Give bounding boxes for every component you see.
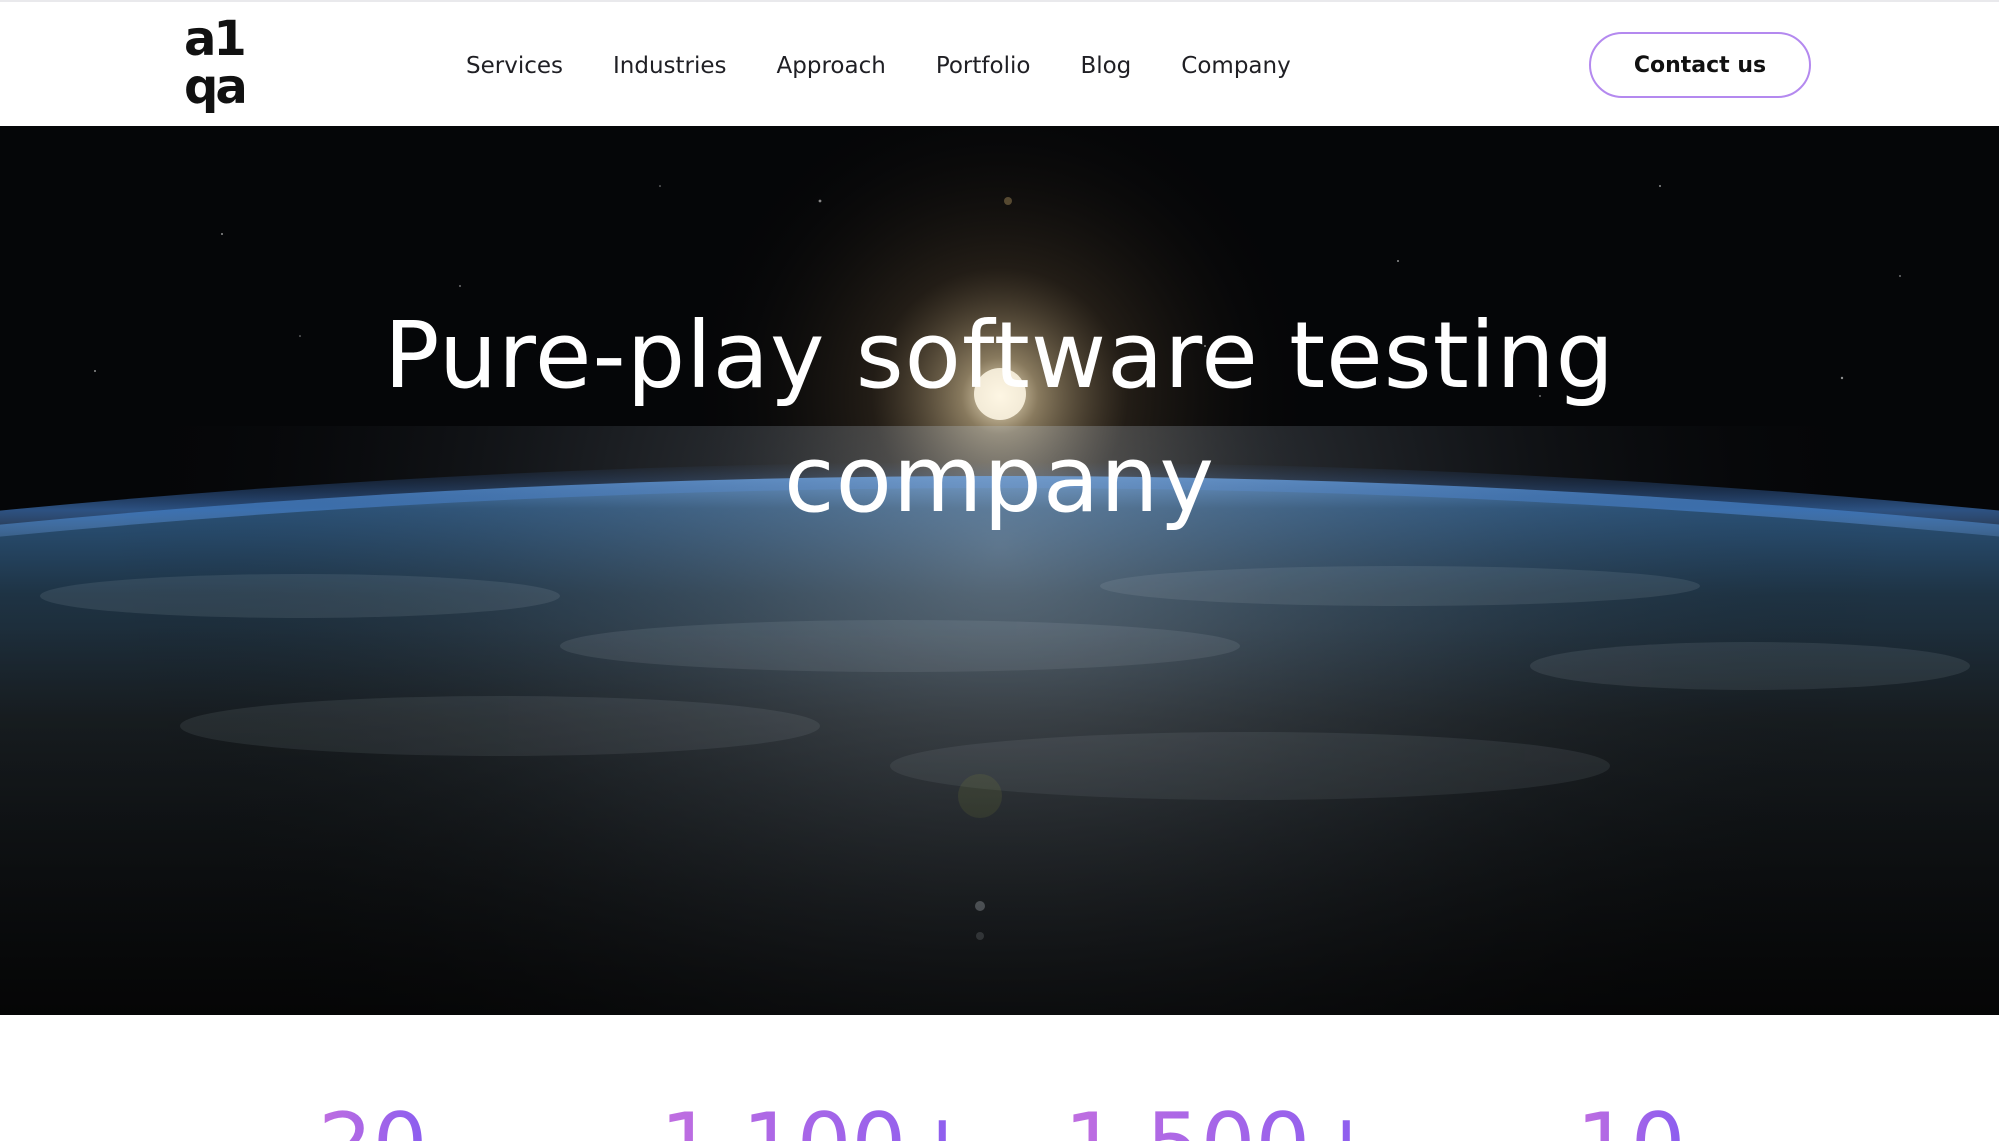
nav-item-company[interactable]: Company [1181, 53, 1290, 79]
a1qa-logo[interactable]: a1 qa [184, 11, 256, 118]
earth-from-space-image [0, 126, 1999, 1015]
site-header: a1 qa Services Industries Approach Portf… [0, 0, 1999, 126]
stat-value: 10 [1576, 1095, 1685, 1141]
hero-title-line-2: company [783, 426, 1216, 533]
hero-section: Pure-play software testing company [0, 126, 1999, 1015]
nav-item-blog[interactable]: Blog [1080, 53, 1131, 79]
nav-item-industries[interactable]: Industries [613, 53, 727, 79]
logo-text-bottom: qa [184, 59, 248, 115]
stats-section: 20 1,100+ 1,500+ 10 [0, 1015, 1999, 1141]
contact-us-button[interactable]: Contact us [1589, 32, 1811, 98]
hero-title-line-1: Pure-play software testing [383, 302, 1616, 409]
logo-text-top: a1 [184, 11, 247, 67]
stat-value: 1,100+ [660, 1095, 978, 1141]
hero-title: Pure-play software testing company [0, 294, 1999, 542]
nav-item-services[interactable]: Services [466, 53, 563, 79]
nav-item-portfolio[interactable]: Portfolio [936, 53, 1031, 79]
main-nav: Services Industries Approach Portfolio B… [466, 46, 1341, 86]
nav-item-approach[interactable]: Approach [777, 53, 886, 79]
stat-value: 1,500+ [1064, 1095, 1382, 1141]
stat-value: 20 [318, 1095, 427, 1141]
